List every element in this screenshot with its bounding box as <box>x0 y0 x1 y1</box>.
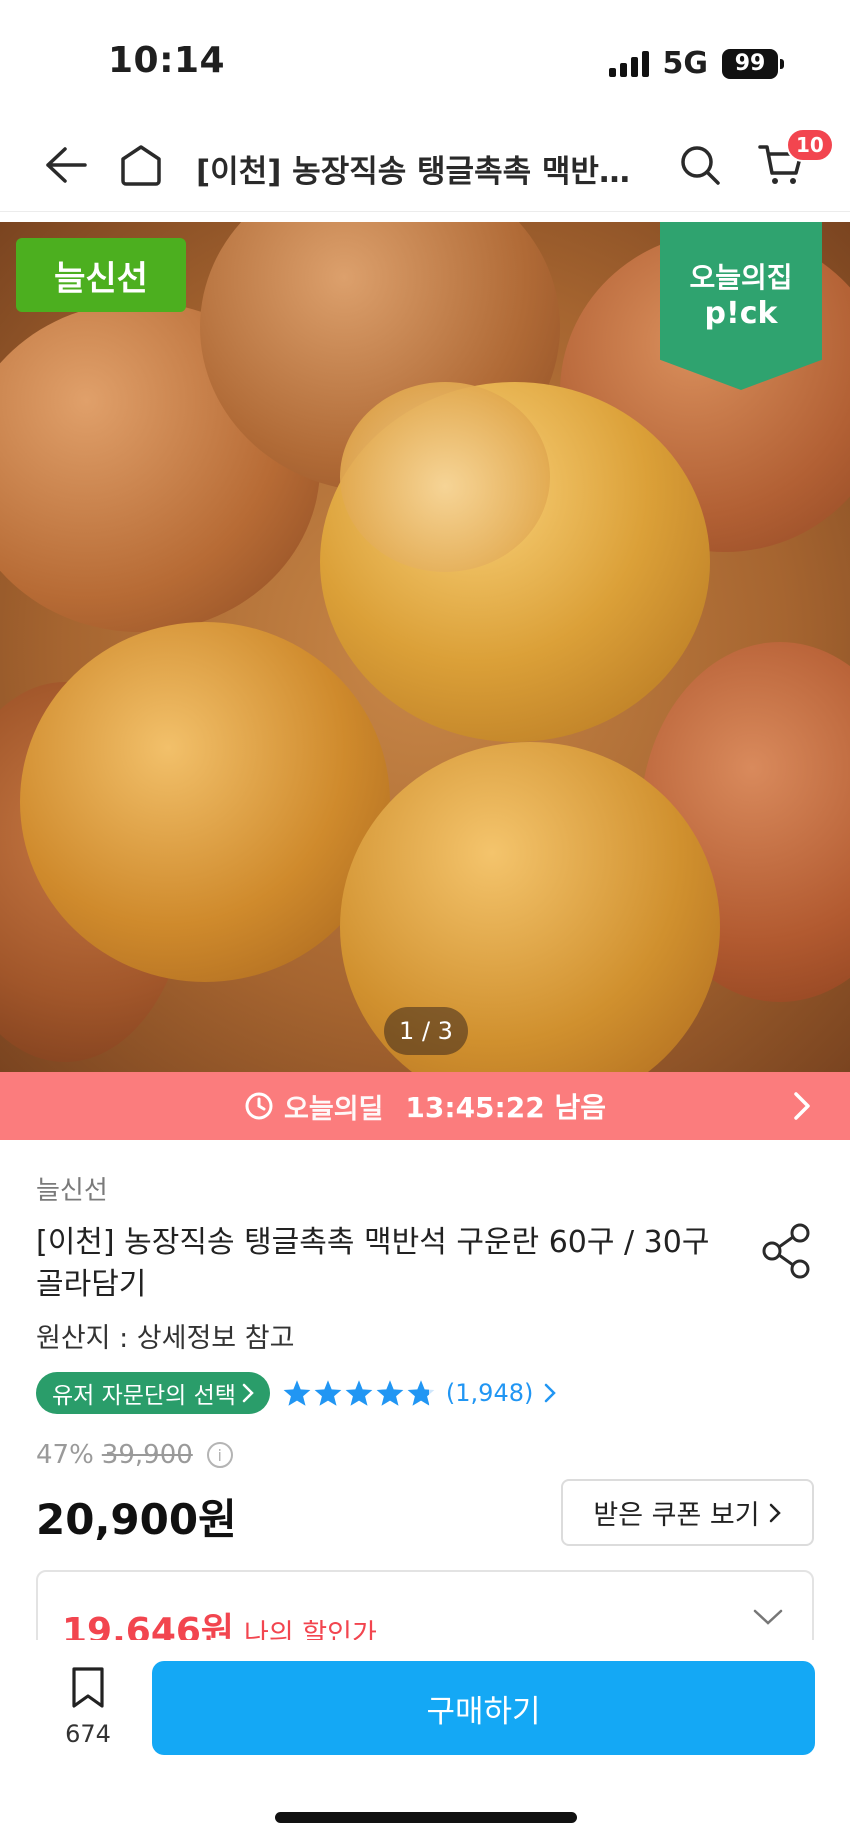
bookmark-button[interactable]: 674 <box>52 1666 124 1748</box>
pick-badge-line1: 오늘의집 <box>689 261 793 294</box>
buy-button[interactable]: 구매하기 <box>152 1661 815 1755</box>
pick-badge-line2: p!ck <box>704 296 778 331</box>
nav-title: [이천] 농장직송 탱글촉촉 맥반석 구운란 60구 / 30구 골라담기 <box>196 154 640 190</box>
review-count[interactable]: (1,948) <box>446 1379 533 1407</box>
pick-badge: 오늘의집 p!ck <box>660 222 822 390</box>
discount-rate: 47% <box>36 1440 94 1470</box>
chevron-right-icon <box>769 1503 781 1522</box>
star-icon <box>283 1380 311 1406</box>
battery-icon: 99 <box>722 48 784 79</box>
star-icon <box>345 1380 373 1406</box>
product-image[interactable]: 늘신선 오늘의집 p!ck 1 / 3 <box>0 222 850 1072</box>
advisor-choice-badge[interactable]: 유저 자문단의 선택 <box>36 1372 270 1414</box>
chevron-right-icon <box>545 1383 557 1403</box>
star-icon <box>376 1380 404 1406</box>
home-icon[interactable] <box>116 140 166 190</box>
rating-stars <box>282 1379 436 1407</box>
deal-label: 오늘의딜 <box>284 1093 384 1125</box>
star-icon <box>314 1380 342 1406</box>
chevron-right-icon <box>242 1383 254 1403</box>
status-time: 10:14 <box>108 40 226 81</box>
search-icon[interactable] <box>675 140 725 190</box>
signal-icon <box>608 50 649 77</box>
deal-timer: 13:45:22 남음 <box>405 1091 606 1124</box>
rating-row: 유저 자문단의 선택 (1,948) <box>36 1372 557 1414</box>
network-type: 5G <box>662 46 709 81</box>
home-indicator <box>275 1812 577 1823</box>
share-icon[interactable] <box>760 1222 814 1280</box>
coupon-button-label: 받은 쿠폰 보기 <box>593 1500 760 1531</box>
image-counter: 1 / 3 <box>384 1007 468 1055</box>
cart-count-badge: 10 <box>786 128 834 162</box>
price-meta: 47% 39,900 i <box>36 1440 233 1470</box>
bookmark-count: 674 <box>65 1720 111 1748</box>
advisor-choice-label: 유저 자문단의 선택 <box>52 1383 236 1409</box>
chevron-right-icon <box>794 1092 810 1120</box>
clock-icon <box>245 1092 273 1120</box>
original-price: 39,900 <box>101 1440 193 1470</box>
brand-name[interactable]: 늘신선 <box>36 1170 108 1207</box>
status-indicators: 5G 99 <box>608 46 784 81</box>
deal-banner[interactable]: 오늘의딜 13:45:22 남음 <box>0 1072 850 1140</box>
bottom-bar: 674 구매하기 <box>0 1640 850 1842</box>
status-bar: 10:14 5G 99 <box>0 0 850 120</box>
battery-level: 99 <box>734 51 766 76</box>
sale-price: 20,900원 <box>36 1495 237 1544</box>
origin-info: 원산지 : 상세정보 참고 <box>36 1323 295 1354</box>
coupon-button[interactable]: 받은 쿠폰 보기 <box>561 1479 814 1546</box>
egg-shape <box>20 622 390 982</box>
egg-cut-highlight <box>340 382 550 572</box>
brand-label: 늘신선 <box>16 238 186 312</box>
nav-bar: [이천] 농장직송 탱글촉촉 맥반석 구운란 60구 / 30구 골라담기 <box>0 120 850 212</box>
star-icon <box>407 1380 435 1406</box>
bookmark-icon <box>72 1667 104 1708</box>
chevron-down-icon <box>753 1609 783 1625</box>
back-arrow-icon[interactable] <box>40 140 90 190</box>
product-title: [이천] 농장직송 탱글촉촉 맥반석 구운란 60구 / 30구 골라담기 <box>36 1225 710 1302</box>
info-icon[interactable]: i <box>206 1442 233 1468</box>
